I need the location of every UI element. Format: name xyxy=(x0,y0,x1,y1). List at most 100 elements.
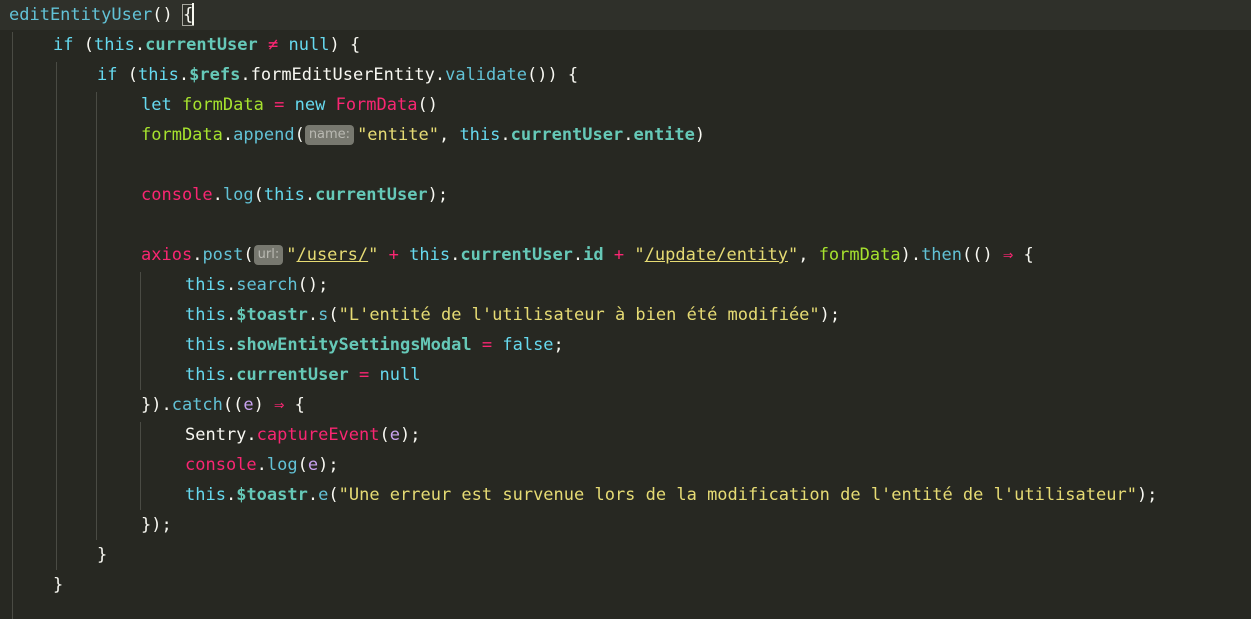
operator-assign: = xyxy=(359,365,370,385)
punctuation: (( xyxy=(222,395,244,415)
code-line-6[interactable] xyxy=(0,150,1251,180)
punctuation: (() xyxy=(962,245,1003,265)
punctuation: ( xyxy=(73,35,94,55)
code-line-13[interactable]: this.currentUser = null xyxy=(0,360,1251,390)
dot: . xyxy=(304,185,316,205)
code-line-7[interactable]: console.log(this.currentUser); xyxy=(0,180,1251,210)
dot: . xyxy=(192,245,203,265)
punctuation: ) { xyxy=(329,35,361,55)
punctuation: ) xyxy=(253,395,275,415)
keyword-if: if xyxy=(97,65,118,85)
code-line-1[interactable]: editEntityUser() { xyxy=(0,0,1251,30)
keyword-this: this xyxy=(185,305,226,325)
method-log: log xyxy=(266,455,298,475)
punctuation: ()) { xyxy=(526,65,579,85)
property-currentUser: currentUser xyxy=(510,125,624,145)
punctuation: ( xyxy=(297,455,308,475)
method-catch: catch xyxy=(171,395,223,415)
code-line-8[interactable] xyxy=(0,210,1251,240)
method-then: then xyxy=(921,245,963,265)
code-line-19[interactable]: } xyxy=(0,540,1251,570)
keyword-this: this xyxy=(263,185,305,205)
dot: . xyxy=(434,65,446,85)
punctuation: ); xyxy=(400,425,421,445)
property-currentUser: currentUser xyxy=(315,185,428,205)
dot: . xyxy=(225,485,237,505)
punctuation: , xyxy=(438,125,460,145)
punctuation: { xyxy=(284,395,305,415)
code-line-16[interactable]: console.log(e); xyxy=(0,450,1251,480)
punctuation: ( xyxy=(243,245,254,265)
identifier-form-ref: formEditUserEntity xyxy=(250,65,435,85)
method-append: append xyxy=(233,125,295,145)
dot: . xyxy=(256,455,267,475)
code-line-9[interactable]: axios.post(url: "/users/" + this.currentU… xyxy=(0,240,1251,270)
dot: . xyxy=(307,485,319,505)
method-s: s xyxy=(318,305,329,325)
method-e: e xyxy=(318,485,329,505)
dot: . xyxy=(212,185,223,205)
dot: . xyxy=(225,275,237,295)
punctuation: ); xyxy=(1136,485,1158,505)
identifier-console: console xyxy=(185,455,257,475)
code-line-18[interactable]: }); xyxy=(0,510,1251,540)
string-update-path[interactable]: /update/entity xyxy=(645,245,788,265)
property-toastr: $toastr xyxy=(236,485,308,505)
code-line-4[interactable]: let formData = new FormData() xyxy=(0,90,1251,120)
code-line-3[interactable]: if (this.$refs.formEditUserEntity.valida… xyxy=(0,60,1251,90)
close-brace: } xyxy=(97,545,108,565)
code-editor[interactable]: editEntityUser() { if (this.currentUser … xyxy=(0,0,1251,619)
operator-assign: = xyxy=(274,95,285,115)
punctuation: (); xyxy=(297,275,329,295)
text-cursor xyxy=(192,3,195,25)
close-brace: } xyxy=(53,575,64,595)
identifier-Sentry: Sentry xyxy=(185,425,247,445)
dot: . xyxy=(225,305,237,325)
code-line-20[interactable]: } xyxy=(0,570,1251,600)
dot: . xyxy=(246,425,257,445)
property-refs: $refs xyxy=(189,65,241,85)
variable-formData: formData xyxy=(181,95,264,115)
identifier-console: console xyxy=(141,185,213,205)
keyword-this: this xyxy=(137,65,179,85)
code-line-15[interactable]: Sentry.captureEvent(e); xyxy=(0,420,1251,450)
dot: . xyxy=(450,245,461,265)
code-line-2[interactable]: if (this.currentUser ≠ null) { xyxy=(0,30,1251,60)
punctuation: , xyxy=(798,245,819,265)
punctuation: ( xyxy=(328,305,339,325)
punctuation: ( xyxy=(379,425,390,445)
string-quote: " xyxy=(368,245,379,265)
identifier-axios: axios xyxy=(141,245,193,265)
punctuation: ); xyxy=(427,185,449,205)
variable-formData: formData xyxy=(818,245,901,265)
property-showEntitySettingsModal: showEntitySettingsModal xyxy=(236,335,472,355)
string-success-message: "L'entité de l'utilisateur à bien été mo… xyxy=(338,305,820,325)
punctuation: }); xyxy=(141,515,172,535)
punctuation: ) xyxy=(694,125,706,145)
punctuation: { xyxy=(1013,245,1034,265)
method-validate: validate xyxy=(445,65,527,85)
code-line-10[interactable]: this.search(); xyxy=(0,270,1251,300)
code-line-11[interactable]: this.$toastr.s("L'entité de l'utilisateu… xyxy=(0,300,1251,330)
function-name: editEntityUser xyxy=(9,5,153,25)
dot: . xyxy=(623,125,634,145)
string-users-path[interactable]: /users/ xyxy=(296,245,368,265)
string-quote: " xyxy=(286,245,297,265)
property-currentUser: currentUser xyxy=(236,365,349,385)
variable-formData: formData xyxy=(141,125,223,145)
code-line-5[interactable]: formData.append(name: "entite", this.curr… xyxy=(0,120,1251,150)
string-entite: "entite" xyxy=(357,125,439,145)
punctuation: }). xyxy=(141,395,172,415)
code-line-14[interactable]: }).catch((e) ⇒ { xyxy=(0,390,1251,420)
code-line-17[interactable]: this.$toastr.e("Une erreur est survenue … xyxy=(0,480,1251,510)
code-line-12[interactable]: this.showEntitySettingsModal = false; xyxy=(0,330,1251,360)
keyword-if: if xyxy=(53,35,74,55)
operator-not-equal: ≠ xyxy=(268,35,279,55)
